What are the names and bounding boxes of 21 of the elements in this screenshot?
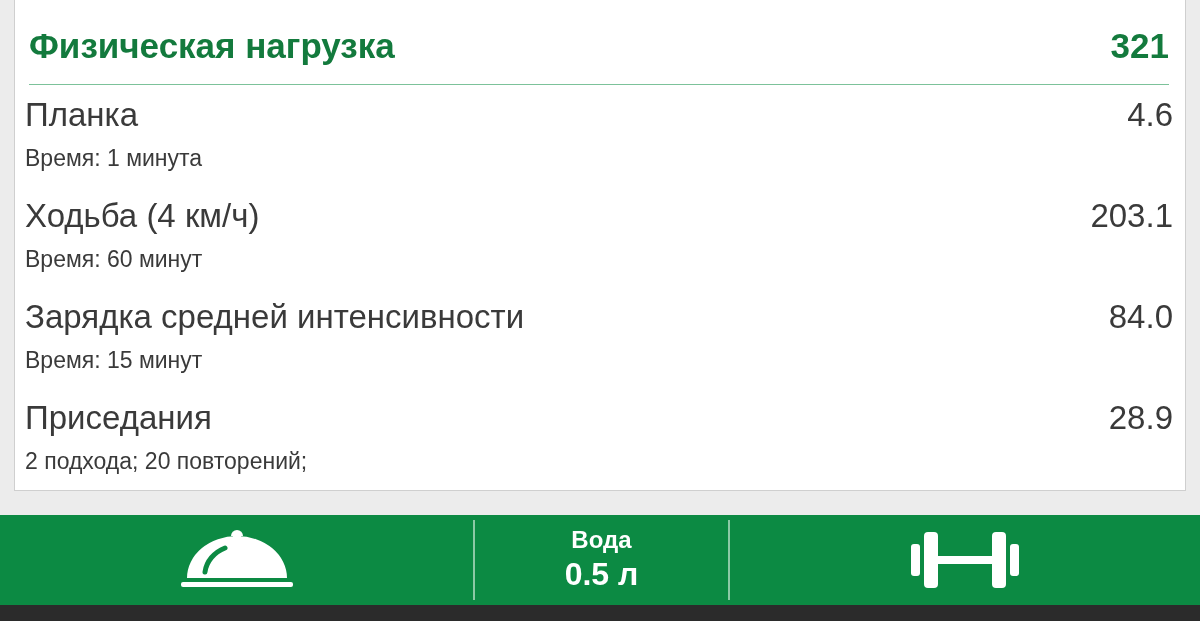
exercise-name: Зарядка средней интенсивности [25, 299, 525, 336]
exercise-value: 84.0 [1108, 299, 1173, 336]
dumbbell-icon[interactable] [911, 532, 1019, 588]
exercise-name: Ходьба (4 км/ч) [25, 198, 260, 235]
water-value: 0.5 л [564, 555, 639, 594]
exercise-name: Приседания [25, 400, 212, 437]
exercise-value: 4.6 [1127, 97, 1173, 134]
exercise-detail: Время: 15 минут [25, 346, 204, 376]
exercise-value: 203.1 [1090, 198, 1173, 235]
card-title: Физическая нагрузка [29, 24, 395, 67]
total-value: 321 [1110, 24, 1169, 67]
water-label: Вода [571, 526, 632, 556]
exercise-row[interactable]: Зарядка средней интенсивности 84.0 Время: 15 минут [25, 287, 1173, 388]
exercise-detail: Время: 60 минут [25, 245, 204, 275]
exercise-detail: Время: 1 минута [25, 144, 204, 174]
exercise-name: Планка [25, 97, 139, 134]
exercise-value: 28.9 [1108, 400, 1173, 437]
exercise-detail: 2 подхода; 20 повторений; [25, 447, 309, 477]
exercise-row[interactable]: Приседания 28.9 2 подхода; 20 повторений; [25, 388, 1173, 489]
exercise-row[interactable]: Планка 4.6 Время: 1 минута [25, 85, 1173, 186]
exercise-row[interactable]: Ходьба (4 км/ч) 203.1 Время: 60 минут [25, 186, 1173, 287]
